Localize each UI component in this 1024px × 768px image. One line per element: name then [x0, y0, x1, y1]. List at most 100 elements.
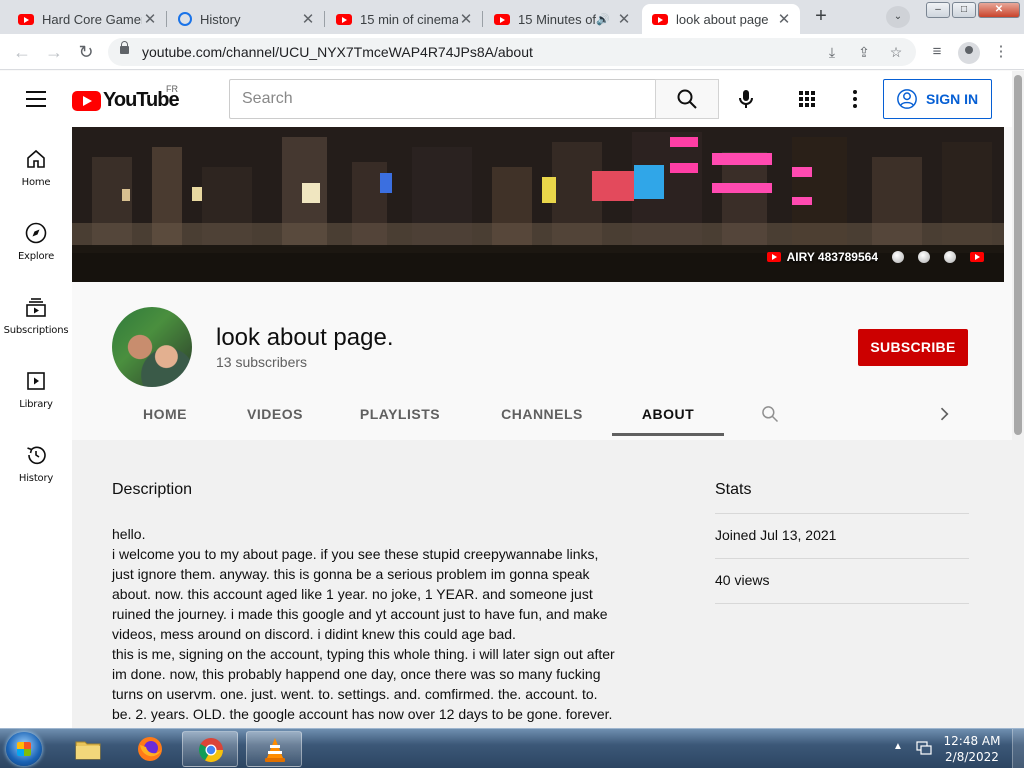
description-heading: Description — [112, 481, 193, 498]
description-line: im done. now, this probably happend one … — [112, 666, 601, 682]
description-line: ruined the journey. i made this google a… — [112, 606, 608, 622]
youtube-link-icon[interactable] — [970, 252, 984, 262]
minimize-icon[interactable]: – — [926, 2, 950, 18]
description-line: i welcome you to my about page. if you s… — [112, 546, 599, 562]
guide-item-home[interactable]: Home — [0, 127, 72, 201]
browser-tab[interactable]: Hard Core Gamer ✕ — [8, 4, 167, 34]
guide-sidebar: Home Explore Subscriptions Library Histo… — [0, 127, 72, 728]
guide-item-history[interactable]: History — [0, 423, 72, 497]
website-link-icon[interactable] — [944, 251, 956, 263]
taskbar-chrome[interactable] — [182, 731, 238, 767]
start-button[interactable] — [6, 732, 42, 766]
settings-kebab-icon[interactable] — [843, 87, 867, 111]
bookmark-star-icon[interactable]: ☆ — [886, 42, 906, 62]
guide-label: History — [18, 473, 54, 484]
taskbar-explorer[interactable] — [60, 731, 116, 767]
guide-item-explore[interactable]: Explore — [0, 201, 72, 275]
windows-taskbar: ▲ 12:48 AM 2/8/2022 — [0, 728, 1024, 768]
browser-tab[interactable]: History ✕ — [168, 4, 325, 34]
install-icon[interactable]: ⤓ — [822, 42, 842, 62]
stats-divider — [715, 513, 969, 514]
taskbar-vlc[interactable] — [246, 731, 302, 767]
omnibox[interactable]: youtube.com/channel/UCU_NYX7TmceWAP4R74J… — [108, 38, 916, 66]
page-scrollbar[interactable] — [1012, 71, 1024, 728]
scrollbar-thumb[interactable] — [1014, 75, 1022, 435]
description-line: this is me, signing on the account, typi… — [112, 646, 615, 662]
library-icon — [27, 372, 45, 390]
profile-avatar-icon[interactable] — [958, 42, 980, 64]
speaker-icon[interactable]: 🔊 — [596, 13, 610, 26]
youtube-icon — [652, 13, 668, 25]
search-input[interactable] — [230, 80, 656, 118]
address-bar: ← → ↻ youtube.com/channel/UCU_NYX7TmceWA… — [0, 34, 1024, 70]
system-clock[interactable]: 12:48 AM 2/8/2022 — [940, 733, 1004, 765]
lock-icon[interactable] — [120, 41, 129, 54]
youtube-icon — [18, 13, 34, 25]
tab-channels[interactable]: CHANNELS — [490, 388, 594, 436]
tab-search-icon[interactable]: ⌄ — [886, 6, 910, 28]
tab-playlists[interactable]: PLAYLISTS — [350, 388, 450, 436]
browser-tab-active[interactable]: look about page ✕ — [642, 4, 800, 34]
sign-in-button[interactable]: SIGN IN — [883, 79, 992, 119]
youtube-icon — [494, 13, 510, 25]
taskbar-firefox[interactable] — [122, 731, 178, 767]
youtube-logo[interactable]: YouTube FR — [72, 84, 180, 112]
url-text[interactable]: youtube.com/channel/UCU_NYX7TmceWAP4R74J… — [142, 44, 533, 60]
search-button[interactable] — [655, 79, 719, 119]
compass-icon — [25, 222, 47, 244]
tab-title: 15 min of cinema — [360, 11, 458, 27]
website-link-icon[interactable] — [918, 251, 930, 263]
window-close-icon[interactable]: ✕ — [978, 2, 1020, 18]
network-icon[interactable] — [915, 740, 933, 756]
chrome-menu-icon[interactable]: ⋮ — [990, 42, 1012, 64]
window-controls: – □ ✕ — [926, 2, 1020, 18]
home-icon — [27, 149, 45, 168]
tab-videos[interactable]: VIDEOS — [244, 388, 306, 436]
reload-icon[interactable]: ↻ — [74, 40, 98, 64]
close-icon[interactable]: ✕ — [300, 10, 316, 28]
show-desktop-button[interactable] — [1012, 729, 1024, 768]
browser-tab[interactable]: 15 min of cinema ✕ — [326, 4, 483, 34]
new-tab-icon[interactable]: + — [808, 5, 834, 29]
maximize-icon[interactable]: □ — [952, 2, 976, 18]
about-section: Description hello. i welcome you to my a… — [72, 440, 1012, 728]
close-icon[interactable]: ✕ — [776, 10, 792, 28]
close-icon[interactable]: ✕ — [458, 10, 474, 28]
clock-time: 12:48 AM — [943, 734, 1001, 748]
close-icon[interactable]: ✕ — [616, 10, 632, 28]
menu-icon[interactable] — [26, 91, 46, 107]
channel-search-icon[interactable] — [760, 404, 780, 424]
close-icon[interactable]: ✕ — [142, 10, 158, 28]
tab-about[interactable]: ABOUT — [612, 388, 724, 436]
browser-tab-strip: Hard Core Gamer ✕ History ✕ 15 min of ci… — [0, 0, 1024, 34]
media-queue-icon[interactable]: ≡ — [926, 42, 948, 64]
browser-tab[interactable]: 15 Minutes of 🔊 ✕ — [484, 4, 640, 34]
joined-date: Joined Jul 13, 2021 — [715, 527, 837, 543]
history-icon — [178, 12, 192, 26]
country-code: FR — [166, 84, 178, 94]
search-box[interactable] — [229, 79, 656, 119]
channel-name: look about page. — [216, 324, 394, 351]
subscribe-button[interactable]: SUBSCRIBE — [858, 329, 968, 366]
description-line: just ignore them. anyway. this is gonna … — [112, 566, 590, 582]
search-icon — [677, 89, 697, 109]
sign-in-label: SIGN IN — [926, 91, 979, 107]
tab-home[interactable]: HOME — [112, 388, 218, 436]
apps-grid-icon[interactable] — [795, 87, 819, 111]
tray-expand-icon[interactable]: ▲ — [893, 741, 903, 755]
guide-label: Home — [21, 177, 51, 188]
website-link-icon[interactable] — [892, 251, 904, 263]
forward-arrow-icon[interactable]: → — [42, 40, 66, 64]
banner-link[interactable]: AIRY 483789564 — [766, 250, 878, 264]
back-arrow-icon[interactable]: ← — [10, 40, 34, 64]
chevron-right-icon[interactable] — [934, 404, 954, 424]
share-icon[interactable]: ⇪ — [854, 42, 874, 62]
guide-item-library[interactable]: Library — [0, 349, 72, 423]
chrome-icon — [198, 738, 223, 763]
youtube-play-icon — [72, 90, 101, 111]
guide-item-subscriptions[interactable]: Subscriptions — [0, 275, 72, 349]
microphone-icon[interactable] — [734, 87, 758, 111]
channel-avatar[interactable] — [112, 307, 192, 387]
description-line: be. 2. years. OLD. the google account ha… — [112, 706, 613, 722]
description-line: hello. — [112, 526, 146, 542]
